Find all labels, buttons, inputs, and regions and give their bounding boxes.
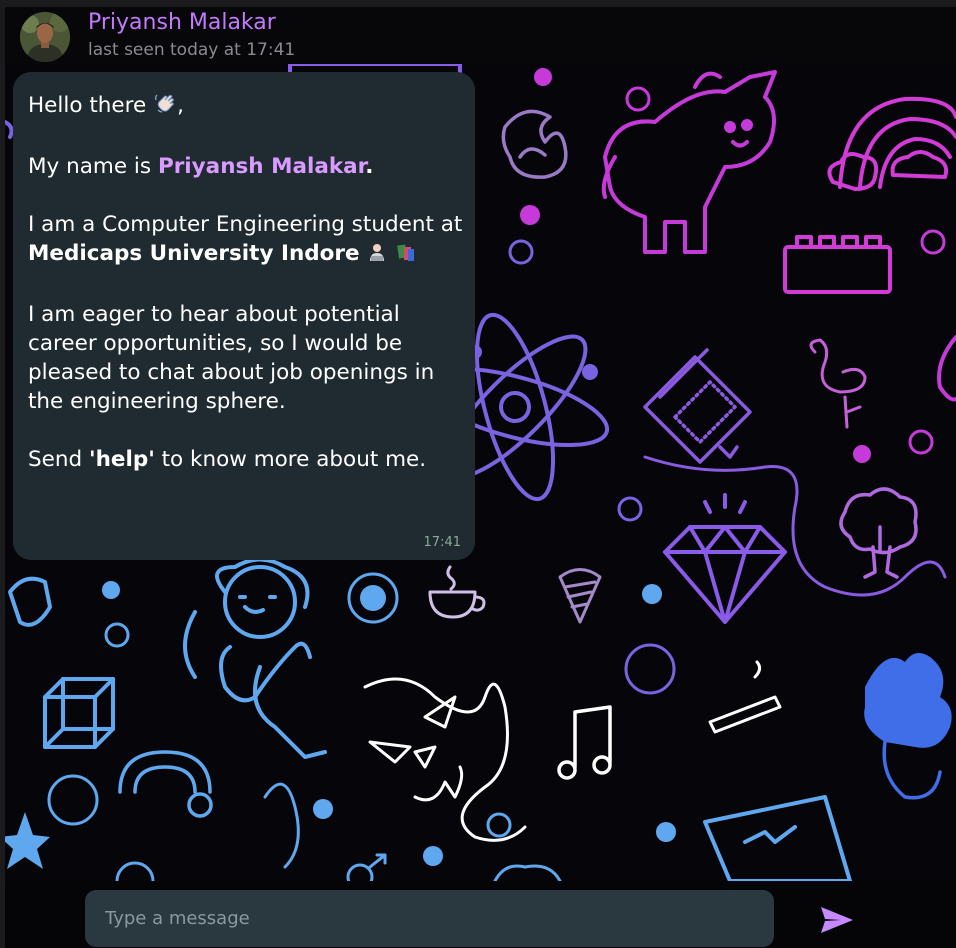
contact-name[interactable]: Priyansh Malakar [88, 10, 276, 36]
help-suffix: to know more about me. [154, 447, 427, 472]
tool-doodle [8, 576, 52, 627]
drop-doodle [937, 335, 956, 402]
help-line: Send 'help' to know more about me. [28, 445, 463, 474]
unicorn-doodle [601, 70, 777, 254]
intro-line: My name is Priyansh Malakar. [28, 152, 463, 181]
cartoon-head-doodle [864, 653, 952, 800]
avatar[interactable] [20, 12, 70, 62]
notebook-doodle [703, 795, 852, 881]
greeting-line: Hello there , [28, 91, 463, 123]
diamond-doodle [663, 493, 787, 624]
mermaid-doodle [183, 557, 327, 759]
brick-doodle [783, 235, 892, 294]
message-input[interactable] [103, 907, 747, 930]
career-line: I am eager to hear about potential caree… [28, 302, 435, 414]
waving-hand-icon [153, 91, 177, 123]
browser-doodle [643, 348, 752, 464]
wavy-line-doodle [363, 677, 527, 842]
study-prefix: I am a Computer Engineering student at [28, 212, 463, 237]
chat-header[interactable]: Priyansh Malakar last seen today at 17:4… [5, 7, 956, 64]
send-icon [821, 907, 853, 933]
composer-bar [5, 881, 956, 948]
flamingo-doodle [809, 338, 867, 429]
spinning-top-doodle [558, 568, 602, 624]
send-button[interactable] [817, 903, 857, 937]
tree-doodle [839, 487, 918, 579]
intro-prefix: My name is [28, 154, 158, 179]
technologist-icon [366, 241, 388, 271]
pumpkin-face-doodle [368, 695, 464, 802]
study-line: I am a Computer Engineering student at M… [28, 210, 463, 271]
message-bubble[interactable]: Hello there , My name is Priyansh Malaka… [13, 72, 475, 560]
books-icon [395, 241, 417, 271]
message-input-container[interactable] [85, 890, 774, 947]
intro-period: . [365, 154, 374, 179]
blue-squiggle-doodle [263, 782, 300, 869]
cup-doodle [428, 565, 486, 619]
greeting-comma: , [177, 93, 184, 118]
rainbow-pot-doodle [118, 750, 213, 818]
help-prefix: Send [28, 447, 89, 472]
help-keyword: 'help' [88, 447, 155, 472]
university-name: Medicaps University Indore [28, 241, 360, 266]
greeting-text: Hello there [28, 93, 147, 118]
chat-window: Priyansh Malakar last seen today at 17:4… [5, 7, 956, 948]
highlighted-name: Priyansh Malakar [157, 154, 366, 179]
flame-doodle [501, 109, 568, 179]
last-seen-status: last seen today at 17:41 [88, 40, 296, 60]
music-note-doodle [557, 705, 612, 780]
cigarette-doodle [708, 660, 782, 734]
message-timestamp: 17:41 [423, 535, 461, 550]
cube-doodle [43, 677, 115, 749]
star-doodle [5, 812, 50, 869]
rainbow-doodle [827, 96, 956, 191]
